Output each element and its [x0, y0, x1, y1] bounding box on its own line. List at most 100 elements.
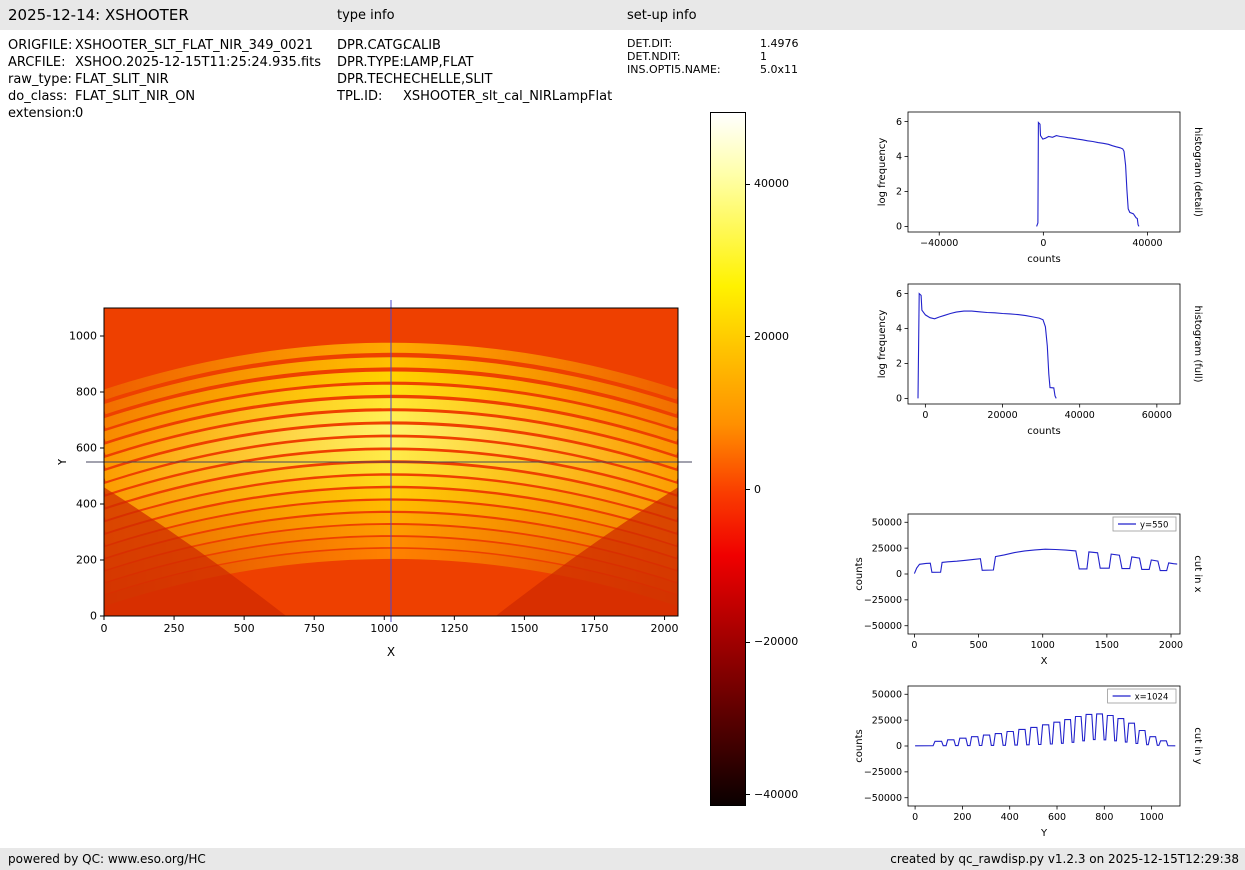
info-row: INS.OPTI5.NAME:5.0x11	[627, 63, 799, 76]
setup-info-block: DET.DIT:1.4976 DET.NDIT:1 INS.OPTI5.NAME…	[627, 37, 799, 76]
svg-text:0: 0	[912, 812, 918, 823]
svg-text:25000: 25000	[872, 715, 902, 726]
info-row: DPR.CATG:CALIB	[337, 37, 612, 54]
qc-report-page: 2025-12-14: XSHOOTER type info set-up in…	[0, 0, 1245, 870]
svg-text:600: 600	[76, 442, 97, 455]
svg-text:0: 0	[896, 394, 902, 405]
svg-text:1500: 1500	[510, 622, 538, 635]
colorbar: 40000 20000 0 −20000 −40000	[710, 112, 830, 812]
svg-text:250: 250	[164, 622, 185, 635]
svg-text:0: 0	[896, 741, 902, 752]
svg-text:750: 750	[304, 622, 325, 635]
footer-powered-by: powered by QC: www.eso.org/HC	[8, 852, 206, 866]
svg-text:counts: counts	[854, 557, 865, 590]
svg-text:200: 200	[76, 554, 97, 567]
svg-text:40000: 40000	[1065, 410, 1095, 421]
svg-text:2000: 2000	[1159, 640, 1183, 651]
svg-text:25000: 25000	[872, 543, 902, 554]
svg-text:y=550: y=550	[1140, 521, 1168, 531]
svg-text:0: 0	[896, 569, 902, 580]
svg-text:2000: 2000	[651, 622, 679, 635]
svg-text:60000: 60000	[1142, 410, 1172, 421]
svg-text:Y: Y	[1040, 828, 1048, 839]
info-row: DPR.TECH:ECHELLE,SLIT	[337, 71, 612, 88]
info-row: DPR.TYPE:LAMP,FLAT	[337, 54, 612, 71]
svg-text:histogram (detail): histogram (detail)	[1192, 127, 1203, 217]
svg-text:800: 800	[1095, 812, 1113, 823]
svg-text:0: 0	[90, 610, 97, 623]
setup-info-heading: set-up info	[627, 8, 697, 23]
colorbar-tick-label: 0	[754, 483, 761, 497]
svg-text:40000: 40000	[1132, 238, 1162, 249]
svg-text:counts: counts	[854, 729, 865, 762]
svg-text:500: 500	[969, 640, 987, 651]
svg-text:1750: 1750	[580, 622, 608, 635]
info-row: ORIGFILE:XSHOOTER_SLT_FLAT_NIR_349_0021	[8, 37, 321, 54]
svg-text:1000: 1000	[1031, 640, 1055, 651]
svg-text:0: 0	[922, 410, 928, 421]
svg-text:2: 2	[896, 187, 902, 198]
svg-text:2: 2	[896, 359, 902, 370]
svg-text:0: 0	[911, 640, 917, 651]
svg-text:4: 4	[896, 152, 902, 163]
svg-text:X: X	[387, 645, 395, 659]
svg-text:cut in y: cut in y	[1192, 727, 1203, 764]
svg-text:x=1024: x=1024	[1135, 693, 1169, 703]
svg-text:cut in x: cut in x	[1192, 555, 1203, 592]
colorbar-tick-label: 40000	[754, 177, 789, 191]
svg-text:50000: 50000	[872, 517, 902, 528]
svg-text:1250: 1250	[440, 622, 468, 635]
colorbar-tick-label: 20000	[754, 330, 789, 344]
info-row: extension:0	[8, 105, 321, 122]
histogram-full-chart: 0 20000 40000 60000 0 2 4 6 counts log frequency h…	[850, 276, 1230, 444]
cut-in-y-chart: 02004006008001000−50000−2500002500050000…	[850, 678, 1230, 846]
svg-text:log frequency: log frequency	[877, 138, 888, 207]
svg-text:400: 400	[76, 498, 97, 511]
svg-text:−25000: −25000	[864, 767, 902, 778]
svg-text:400: 400	[1001, 812, 1019, 823]
svg-text:Y: Y	[58, 458, 69, 467]
svg-text:0: 0	[896, 222, 902, 233]
page-title: 2025-12-14: XSHOOTER	[8, 6, 189, 24]
svg-text:1000: 1000	[1140, 812, 1164, 823]
svg-text:50000: 50000	[872, 689, 902, 700]
svg-text:20000: 20000	[987, 410, 1017, 421]
svg-text:−40000: −40000	[920, 238, 958, 249]
type-info-heading: type info	[337, 8, 395, 23]
colorbar-tick-label: −40000	[754, 788, 798, 802]
histogram-detail-chart: −40000 0 40000 0 2 4 6 counts log frequency histo…	[850, 104, 1230, 272]
detector-image-figure: 0 250 500 750 1000 1250 1500 1750 2000 0 200 400 600…	[58, 295, 718, 667]
svg-text:−50000: −50000	[864, 621, 902, 632]
svg-text:1000: 1000	[370, 622, 398, 635]
svg-text:X: X	[1041, 656, 1048, 667]
svg-text:1500: 1500	[1095, 640, 1119, 651]
svg-text:histogram (full): histogram (full)	[1192, 305, 1203, 382]
footer-bar: powered by QC: www.eso.org/HC created by…	[0, 848, 1245, 870]
colorbar-tick-label: −20000	[754, 635, 798, 649]
svg-text:800: 800	[76, 386, 97, 399]
info-row: DET.DIT:1.4976	[627, 37, 799, 50]
svg-text:−50000: −50000	[864, 793, 902, 804]
svg-text:−25000: −25000	[864, 595, 902, 606]
type-info-block: DPR.CATG:CALIB DPR.TYPE:LAMP,FLAT DPR.TE…	[337, 37, 612, 105]
svg-text:log frequency: log frequency	[877, 310, 888, 379]
info-row: raw_type:FLAT_SLIT_NIR	[8, 71, 321, 88]
footer-created-by: created by qc_rawdisp.py v1.2.3 on 2025-…	[890, 852, 1239, 866]
svg-text:counts: counts	[1027, 426, 1060, 437]
svg-text:0: 0	[1040, 238, 1046, 249]
info-row: do_class:FLAT_SLIT_NIR_ON	[8, 88, 321, 105]
svg-text:200: 200	[953, 812, 971, 823]
svg-text:4: 4	[896, 324, 902, 335]
info-row: DET.NDIT:1	[627, 50, 799, 63]
svg-text:counts: counts	[1027, 254, 1060, 265]
cut-in-x-chart: 0 500 1000 1500 2000 −50000 −25000 0 25000 50000 X…	[850, 506, 1230, 674]
file-info-block: ORIGFILE:XSHOOTER_SLT_FLAT_NIR_349_0021 …	[8, 37, 321, 122]
info-row: ARCFILE:XSHOO.2025-12-15T11:25:24.935.fi…	[8, 54, 321, 71]
header-bar: 2025-12-14: XSHOOTER type info set-up in…	[0, 0, 1245, 30]
svg-text:6: 6	[896, 289, 902, 300]
svg-text:0: 0	[101, 622, 108, 635]
svg-text:1000: 1000	[69, 330, 97, 343]
svg-text:6: 6	[896, 117, 902, 128]
info-row: TPL.ID:XSHOOTER_slt_cal_NIRLampFlat	[337, 88, 612, 105]
svg-text:500: 500	[234, 622, 255, 635]
